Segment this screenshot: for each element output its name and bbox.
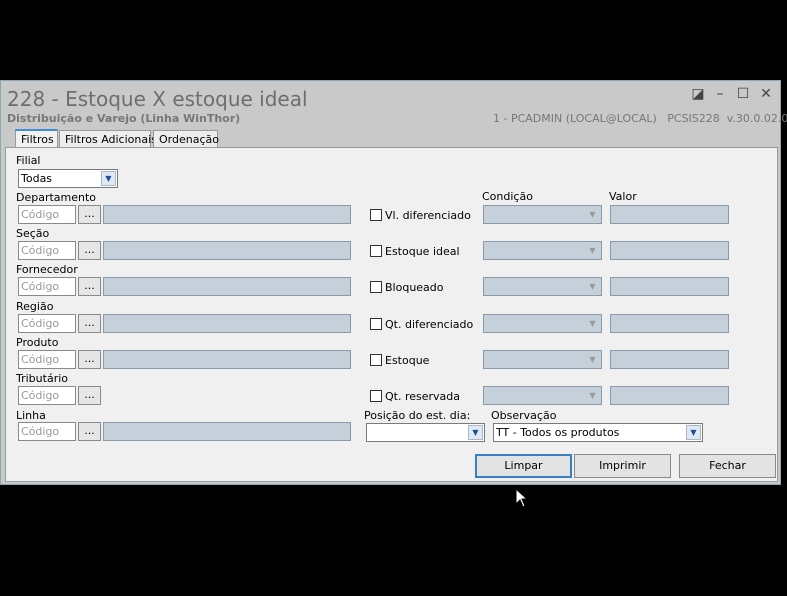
linha-label: Linha — [16, 409, 46, 422]
produto-lookup-button[interactable]: ... — [78, 350, 101, 369]
window-subtitle: Distribuição e Varejo (Linha WinThor) — [7, 112, 241, 125]
window-title: 228 - Estoque X estoque ideal — [7, 87, 308, 111]
tab-filtros-label: Filtros — [21, 133, 54, 146]
qt-reservada-condition-select: ▼ — [483, 386, 602, 405]
filial-label: Filial — [16, 154, 41, 167]
linha-lookup-button[interactable]: ... — [78, 422, 101, 441]
tab-filtros-adicionais-label: Filtros Adicionais — [65, 133, 157, 146]
limpar-label: Limpar — [504, 459, 543, 472]
bloqueado-checkbox[interactable] — [370, 281, 382, 293]
bloqueado-value-field — [610, 277, 729, 296]
chevron-down-icon: ▼ — [589, 319, 596, 328]
mouse-cursor-icon — [515, 488, 529, 508]
fornecedor-code-input[interactable]: Código — [18, 277, 76, 296]
chevron-down-icon: ▼ — [589, 210, 596, 219]
estoque-checkbox[interactable] — [370, 354, 382, 366]
tab-filtros-adicionais[interactable]: Filtros Adicionais — [59, 130, 157, 148]
restore-icon[interactable]: ◪ — [689, 85, 707, 103]
filters-panel: Filial Todas ▼ Condição Valor Departamen… — [5, 147, 778, 482]
qt-diferenciado-value-field — [610, 314, 729, 333]
chevron-down-icon: ▼ — [589, 391, 596, 400]
filial-value: Todas — [21, 172, 53, 185]
maximize-icon[interactable]: ☐ — [734, 85, 752, 103]
chevron-down-icon: ▼ — [589, 355, 596, 364]
secao-code-input[interactable]: Código — [18, 241, 76, 260]
linha-description-field — [103, 422, 351, 441]
departamento-description-field — [103, 205, 351, 224]
vl-diferenciado-label: Vl. diferenciado — [385, 209, 471, 222]
fornecedor-lookup-button[interactable]: ... — [78, 277, 101, 296]
posicao-label: Posição do est. dia: — [364, 409, 471, 422]
fechar-label: Fechar — [709, 459, 746, 472]
qt-reservada-checkbox[interactable] — [370, 390, 382, 402]
imprimir-button[interactable]: Imprimir — [574, 454, 671, 478]
fornecedor-label: Fornecedor — [16, 263, 78, 276]
regiao-description-field — [103, 314, 351, 333]
qt-diferenciado-checkbox[interactable] — [370, 318, 382, 330]
vl-diferenciado-checkbox[interactable] — [370, 209, 382, 221]
estoque-value-field — [610, 350, 729, 369]
tab-filtros[interactable]: Filtros — [15, 129, 58, 149]
observacao-value: TT - Todos os produtos — [496, 426, 620, 439]
imprimir-label: Imprimir — [599, 459, 646, 472]
departamento-label: Departamento — [16, 191, 97, 204]
qt-reservada-label: Qt. reservada — [385, 390, 461, 403]
bloqueado-label: Bloqueado — [385, 281, 444, 294]
estoque-ideal-value-field — [610, 241, 729, 260]
bloqueado-condition-select: ▼ — [483, 277, 602, 296]
vl-diferenciado-value-field — [610, 205, 729, 224]
secao-description-field — [103, 241, 351, 260]
departamento-code-input[interactable]: Código — [18, 205, 76, 224]
condicao-header: Condição — [482, 190, 533, 203]
regiao-code-input[interactable]: Código — [18, 314, 76, 333]
produto-label: Produto — [16, 336, 59, 349]
tributario-lookup-button[interactable]: ... — [78, 386, 101, 405]
regiao-label: Região — [16, 300, 54, 313]
user-info: 1 - PCADMIN (LOCAL@LOCAL) PCSIS228 v.30.… — [493, 112, 787, 125]
estoque-ideal-label: Estoque ideal — [385, 245, 460, 258]
vl-diferenciado-condition-select: ▼ — [483, 205, 602, 224]
tributario-label: Tributário — [16, 372, 68, 385]
regiao-lookup-button[interactable]: ... — [78, 314, 101, 333]
observacao-select[interactable]: TT - Todos os produtos ▼ — [493, 423, 703, 442]
estoque-label: Estoque — [385, 354, 430, 367]
chevron-down-icon: ▼ — [101, 171, 116, 186]
chevron-down-icon: ▼ — [589, 246, 596, 255]
produto-description-field — [103, 350, 351, 369]
tab-ordenacao-label: Ordenação — [159, 133, 219, 146]
tributario-code-input[interactable]: Código — [18, 386, 76, 405]
qt-diferenciado-label: Qt. diferenciado — [385, 318, 474, 331]
estoque-condition-select: ▼ — [483, 350, 602, 369]
filial-select[interactable]: Todas ▼ — [18, 169, 118, 188]
observacao-label: Observação — [491, 409, 557, 422]
close-icon[interactable]: ✕ — [757, 85, 775, 103]
tab-ordenacao[interactable]: Ordenação — [153, 130, 219, 148]
limpar-button[interactable]: Limpar — [475, 454, 572, 478]
chevron-down-icon: ▼ — [686, 425, 701, 440]
fechar-button[interactable]: Fechar — [679, 454, 776, 478]
valor-header: Valor — [609, 190, 637, 203]
minimize-icon[interactable]: – — [711, 85, 729, 103]
qt-reservada-value-field — [610, 386, 729, 405]
posicao-select[interactable]: ▼ — [366, 423, 485, 442]
estoque-ideal-condition-select: ▼ — [483, 241, 602, 260]
secao-label: Seção — [16, 227, 50, 240]
departamento-lookup-button[interactable]: ... — [78, 205, 101, 224]
chevron-down-icon: ▼ — [468, 425, 483, 440]
estoque-ideal-checkbox[interactable] — [370, 245, 382, 257]
chevron-down-icon: ▼ — [589, 282, 596, 291]
fornecedor-description-field — [103, 277, 351, 296]
secao-lookup-button[interactable]: ... — [78, 241, 101, 260]
linha-code-input[interactable]: Código — [18, 422, 76, 441]
qt-diferenciado-condition-select: ▼ — [483, 314, 602, 333]
report-window: 228 - Estoque X estoque ideal Distribuiç… — [0, 80, 787, 485]
produto-code-input[interactable]: Código — [18, 350, 76, 369]
